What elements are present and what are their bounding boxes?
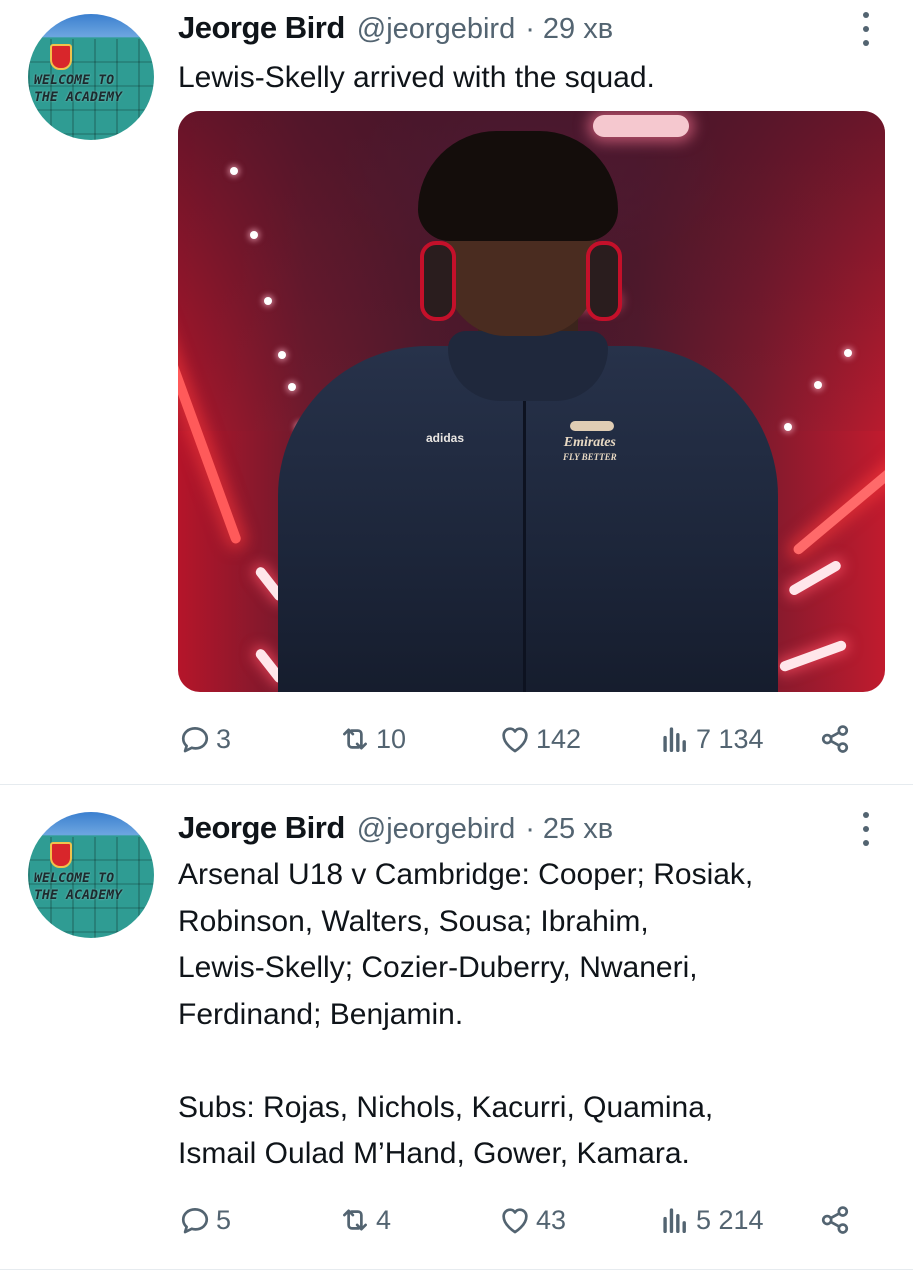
retweet-icon: [343, 1209, 367, 1231]
photo-light: [844, 349, 852, 357]
reply-count: 5: [216, 1204, 232, 1235]
player-collar: [448, 331, 608, 401]
tweet-header: Jeorge Bird @jeorgebird · 25 хв: [178, 810, 613, 846]
like-button[interactable]: 142: [498, 718, 581, 760]
share-icon: [821, 1206, 849, 1234]
retweet-count: 4: [376, 1204, 392, 1235]
share-button[interactable]: [818, 718, 852, 760]
like-count: 43: [536, 1204, 567, 1235]
cannon-crest-icon: [570, 421, 614, 431]
retweet-button[interactable]: 10: [338, 718, 406, 760]
avatar-sign-line: THE ACADEMY: [34, 888, 123, 903]
sponsor-logo-subtext: FLY BETTER: [563, 452, 617, 462]
tweet-text-line: Ismail Oulad M’Hand, Gower, Kamara.: [178, 1137, 690, 1170]
author-handle[interactable]: @jeorgebird: [357, 813, 515, 846]
author-name[interactable]: Jeorge Bird: [178, 10, 345, 46]
photo-strip-light: [787, 559, 843, 597]
avatar-sign-line: THE ACADEMY: [34, 90, 123, 105]
retweet-icon: [343, 728, 367, 750]
more-icon[interactable]: [858, 12, 874, 46]
tweet-actions: 3 10 142 7 134: [178, 718, 868, 760]
like-icon: [502, 1208, 528, 1234]
like-button[interactable]: 43: [498, 1199, 566, 1241]
sponsor-logo-text: Emirates: [563, 435, 616, 450]
views-button[interactable]: 5 214: [658, 1199, 764, 1241]
views-icon: [663, 1208, 686, 1234]
views-count: 5 214: [696, 1204, 764, 1235]
reply-count: 3: [216, 723, 232, 754]
sponsor-logo: Emirates FLY BETTER: [563, 436, 617, 464]
tweet-text-line: Arsenal U18 v Cambridge: Cooper; Rosiak,: [178, 858, 754, 891]
tweet-actions: 5 4 43 5 214: [178, 1199, 868, 1241]
share-icon: [821, 725, 849, 753]
photo-light: [250, 231, 258, 239]
avatar-sign-line: WELCOME TO: [34, 871, 115, 886]
retweet-count: 10: [376, 723, 407, 754]
crest-icon: [50, 842, 72, 868]
reply-button[interactable]: 3: [178, 718, 231, 760]
player-hair: [418, 131, 618, 241]
tweet-text: Arsenal U18 v Cambridge: Cooper; Rosiak,…: [178, 852, 858, 1178]
author-name[interactable]: Jeorge Bird: [178, 810, 345, 846]
retweet-button[interactable]: 4: [338, 1199, 391, 1241]
tweet-time[interactable]: · 29 хв: [525, 13, 613, 46]
photo-light: [784, 423, 792, 431]
photo-player: adidas Emirates FLY BETTER: [278, 131, 778, 692]
player-jacket-zip: [523, 376, 526, 692]
photo-light: [814, 381, 822, 389]
share-button[interactable]: [818, 1199, 852, 1241]
author-handle[interactable]: @jeorgebird: [357, 13, 515, 46]
photo-neon-light: [791, 445, 885, 557]
tweet[interactable]: WELCOME TO THE ACADEMY Jeorge Bird @jeor…: [0, 0, 913, 785]
photo-strip-light: [778, 639, 848, 673]
headphones-icon: [420, 241, 456, 321]
photo-light: [230, 167, 238, 175]
avatar[interactable]: WELCOME TO THE ACADEMY: [28, 14, 154, 140]
views-icon: [663, 727, 686, 753]
tweet-text-line: Lewis-Skelly; Cozier-Duberry, Nwaneri,: [178, 951, 698, 984]
avatar[interactable]: WELCOME TO THE ACADEMY: [28, 812, 154, 938]
reply-icon: [181, 727, 209, 753]
brand-logo: adidas: [426, 431, 465, 445]
avatar-sign-line: WELCOME TO: [34, 73, 115, 88]
avatar-sign: WELCOME TO THE ACADEMY: [34, 870, 152, 904]
headphones-icon: [586, 241, 622, 321]
tweet-header: Jeorge Bird @jeorgebird · 29 хв: [178, 10, 613, 46]
tweet-text-line: Subs: Rojas, Nichols, Kacurri, Quamina,: [178, 1090, 714, 1124]
tweet-time[interactable]: · 25 хв: [525, 813, 613, 846]
reply-icon: [181, 1208, 209, 1234]
like-count: 142: [536, 723, 582, 754]
tweet-text-line: [178, 1038, 858, 1085]
more-icon[interactable]: [858, 812, 874, 846]
tweet-text: Lewis-Skelly arrived with the squad.: [178, 61, 655, 94]
avatar-sign: WELCOME TO THE ACADEMY: [34, 72, 152, 106]
reply-button[interactable]: 5: [178, 1199, 231, 1241]
views-count: 7 134: [696, 723, 764, 754]
views-button[interactable]: 7 134: [658, 718, 764, 760]
tweet-media-photo[interactable]: adidas Emirates FLY BETTER: [178, 111, 885, 692]
photo-light: [264, 297, 272, 305]
like-icon: [502, 727, 528, 753]
crest-icon: [50, 44, 72, 70]
tweet-text-line: Robinson, Walters, Sousa; Ibrahim,: [178, 904, 649, 938]
tweet-text-line: Ferdinand; Benjamin.: [178, 997, 464, 1031]
